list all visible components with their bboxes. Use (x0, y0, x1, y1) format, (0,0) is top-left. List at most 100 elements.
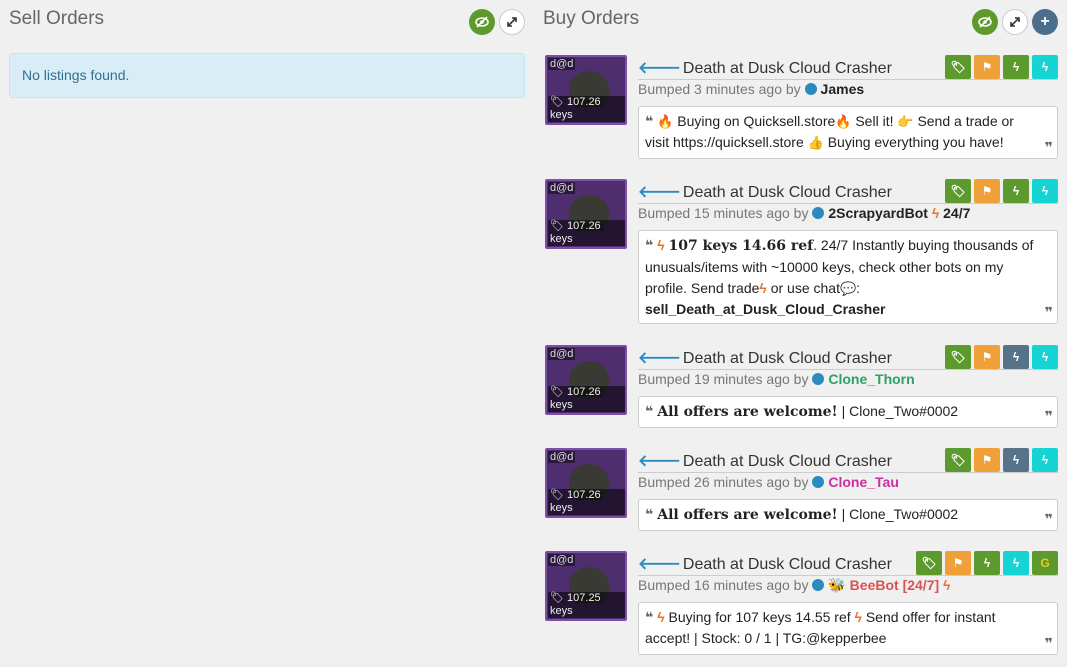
eye-slash-icon[interactable] (972, 9, 998, 35)
item-name-link[interactable]: 🡐 Death at Dusk Cloud Crasher (638, 57, 892, 78)
bolt-icon: ϟ (759, 280, 767, 296)
item-price: 🏷 107.26 keys (548, 96, 625, 122)
expand-icon[interactable] (1002, 9, 1028, 35)
item-thumbnail[interactable]: d@d 🏷 107.26 keys (545, 55, 627, 125)
listing-badges: 🏷 ⚑ ϟ ϟ (945, 179, 1058, 203)
divider (638, 472, 1058, 473)
divider (638, 575, 1058, 576)
listing-badges: 🏷 ⚑ ϟ ϟ (945, 448, 1058, 472)
tag-icon[interactable]: 🏷 (945, 345, 971, 369)
quote-open-icon: ❝ (645, 403, 654, 419)
item-name-link[interactable]: 🡐 Death at Dusk Cloud Crasher (638, 553, 892, 574)
flag-icon[interactable]: ⚑ (945, 551, 971, 575)
steam-status-icon (812, 579, 825, 591)
steam-status-icon (812, 207, 825, 219)
bolt-icon[interactable]: ϟ (1003, 55, 1029, 79)
item-tag: d@d (548, 182, 576, 194)
item-name-link[interactable]: 🡐 Death at Dusk Cloud Crasher (638, 181, 892, 202)
listing-details: ❝ All offers are welcome! | Clone_Two#000… (638, 499, 1058, 531)
quote-close-icon: ❞ (1044, 408, 1053, 424)
item-thumbnail[interactable]: d@d 🏷 107.26 keys (545, 179, 627, 249)
quote-open-icon: ❝ (645, 609, 654, 625)
item-thumbnail[interactable]: d@d 🏷 107.25 keys (545, 551, 627, 621)
item-thumbnail[interactable]: d@d 🏷 107.26 keys (545, 448, 627, 518)
flag-icon[interactable]: ⚑ (974, 345, 1000, 369)
buy-orders-controls: + (972, 9, 1058, 35)
arrow-left-icon: 🡐 (638, 453, 681, 470)
tag-icon[interactable]: 🏷 (916, 551, 942, 575)
buy-listing: d@d 🏷 107.26 keys 🡐 Death at Dusk Cloud C… (543, 345, 1058, 430)
tag-icon[interactable]: 🏷 (945, 179, 971, 203)
bolt-icon: ϟ (931, 205, 940, 221)
bumped-line: Bumped 19 minutes ago by Clone_Thorn (638, 371, 915, 387)
listing-badges: 🏷 ⚑ ϟ ϟ (945, 345, 1058, 369)
item-tag: d@d (548, 554, 576, 566)
expand-icon[interactable] (499, 9, 525, 35)
quote-open-icon: ❝ (645, 506, 654, 522)
divider (638, 203, 1058, 204)
bolt-icon[interactable]: ϟ (1032, 179, 1058, 203)
bumped-line: Bumped 15 minutes ago by 2ScrapyardBot ϟ… (638, 205, 971, 221)
bolt-icon[interactable]: ϟ (974, 551, 1000, 575)
bumped-line: Bumped 3 minutes ago by James (638, 81, 865, 97)
bolt-icon[interactable]: ϟ (1003, 345, 1029, 369)
quote-open-icon: ❝ (645, 237, 654, 253)
item-tag: d@d (548, 58, 576, 70)
steam-status-icon (812, 373, 825, 385)
quote-close-icon: ❞ (1044, 511, 1053, 527)
chat-bubble-icon: 💬 (839, 281, 857, 296)
sell-orders-controls (469, 9, 525, 35)
buy-listing: d@d 🏷 107.26 keys 🡐 Death at Dusk Cloud C… (543, 179, 1058, 324)
listing-details: ❝ ϟ Buying for 107 keys 14.55 ref ϟ Send … (638, 602, 1058, 655)
user-link[interactable]: Clone_Tau (828, 474, 899, 490)
quote-close-icon: ❞ (1044, 304, 1053, 320)
bolt-icon: ϟ (943, 577, 951, 593)
bolt-icon[interactable]: ϟ (1003, 448, 1029, 472)
no-listings-alert: No listings found. (9, 53, 525, 98)
tag-icon[interactable]: 🏷 (945, 448, 971, 472)
flag-icon[interactable]: ⚑ (974, 55, 1000, 79)
bumped-line: Bumped 26 minutes ago by Clone_Tau (638, 474, 899, 490)
listing-details: ❝ ϟ 107 keys 14.66 ref. 24/7 Instantly bu… (638, 230, 1058, 324)
g-coin-icon[interactable]: G (1032, 551, 1058, 575)
listing-badges: 🏷 ⚑ ϟ ϟ (945, 55, 1058, 79)
sell-orders-panel: Sell Orders No listings found. (9, 0, 525, 98)
item-name-link[interactable]: 🡐 Death at Dusk Cloud Crasher (638, 347, 892, 368)
listing-details: ❝ 🔥 Buying on Quicksell.store🔥 Sell it! 👉… (638, 106, 1058, 159)
plus-icon[interactable]: + (1032, 9, 1058, 35)
bee-icon: 🐝 (828, 577, 846, 593)
sell-orders-title: Sell Orders (9, 8, 105, 29)
user-link[interactable]: Clone_Thorn (828, 371, 914, 387)
bumped-line: Bumped 16 minutes ago by 🐝 BeeBot [24/7]… (638, 577, 951, 593)
listing-badges: 🏷 ⚑ ϟ ϟ G (916, 551, 1058, 575)
bolt-icon: ϟ (854, 609, 862, 625)
divider (638, 369, 1058, 370)
user-link[interactable]: BeeBot [24/7] (850, 577, 939, 593)
user-link[interactable]: 2ScrapyardBot (828, 205, 928, 221)
quote-close-icon: ❞ (1044, 139, 1053, 155)
eye-slash-icon[interactable] (469, 9, 495, 35)
bolt-icon[interactable]: ϟ (1003, 551, 1029, 575)
user-link[interactable]: James (821, 81, 865, 97)
item-price: 🏷 107.25 keys (548, 592, 625, 618)
item-price: 🏷 107.26 keys (548, 386, 625, 412)
divider (638, 79, 1058, 80)
item-thumbnail[interactable]: d@d 🏷 107.26 keys (545, 345, 627, 415)
buy-orders-panel: Buy Orders + d@d 🏷 107.26 keys 🡐 Death at… (543, 0, 1058, 655)
bolt-icon[interactable]: ϟ (1032, 448, 1058, 472)
arrow-left-icon: 🡐 (638, 184, 681, 201)
item-name-link[interactable]: 🡐 Death at Dusk Cloud Crasher (638, 450, 892, 471)
flag-icon[interactable]: ⚑ (974, 448, 1000, 472)
buy-orders-title: Buy Orders (543, 8, 640, 29)
steam-status-icon (804, 83, 817, 95)
steam-status-icon (812, 476, 825, 488)
bolt-icon[interactable]: ϟ (1003, 179, 1029, 203)
arrow-left-icon: 🡐 (638, 350, 681, 367)
buy-listing: d@d 🏷 107.25 keys 🡐 Death at Dusk Cloud C… (543, 551, 1058, 657)
quote-close-icon: ❞ (1044, 635, 1053, 651)
bolt-icon[interactable]: ϟ (1032, 345, 1058, 369)
item-price: 🏷 107.26 keys (548, 220, 625, 246)
flag-icon[interactable]: ⚑ (974, 179, 1000, 203)
bolt-icon[interactable]: ϟ (1032, 55, 1058, 79)
tag-icon[interactable]: 🏷 (945, 55, 971, 79)
